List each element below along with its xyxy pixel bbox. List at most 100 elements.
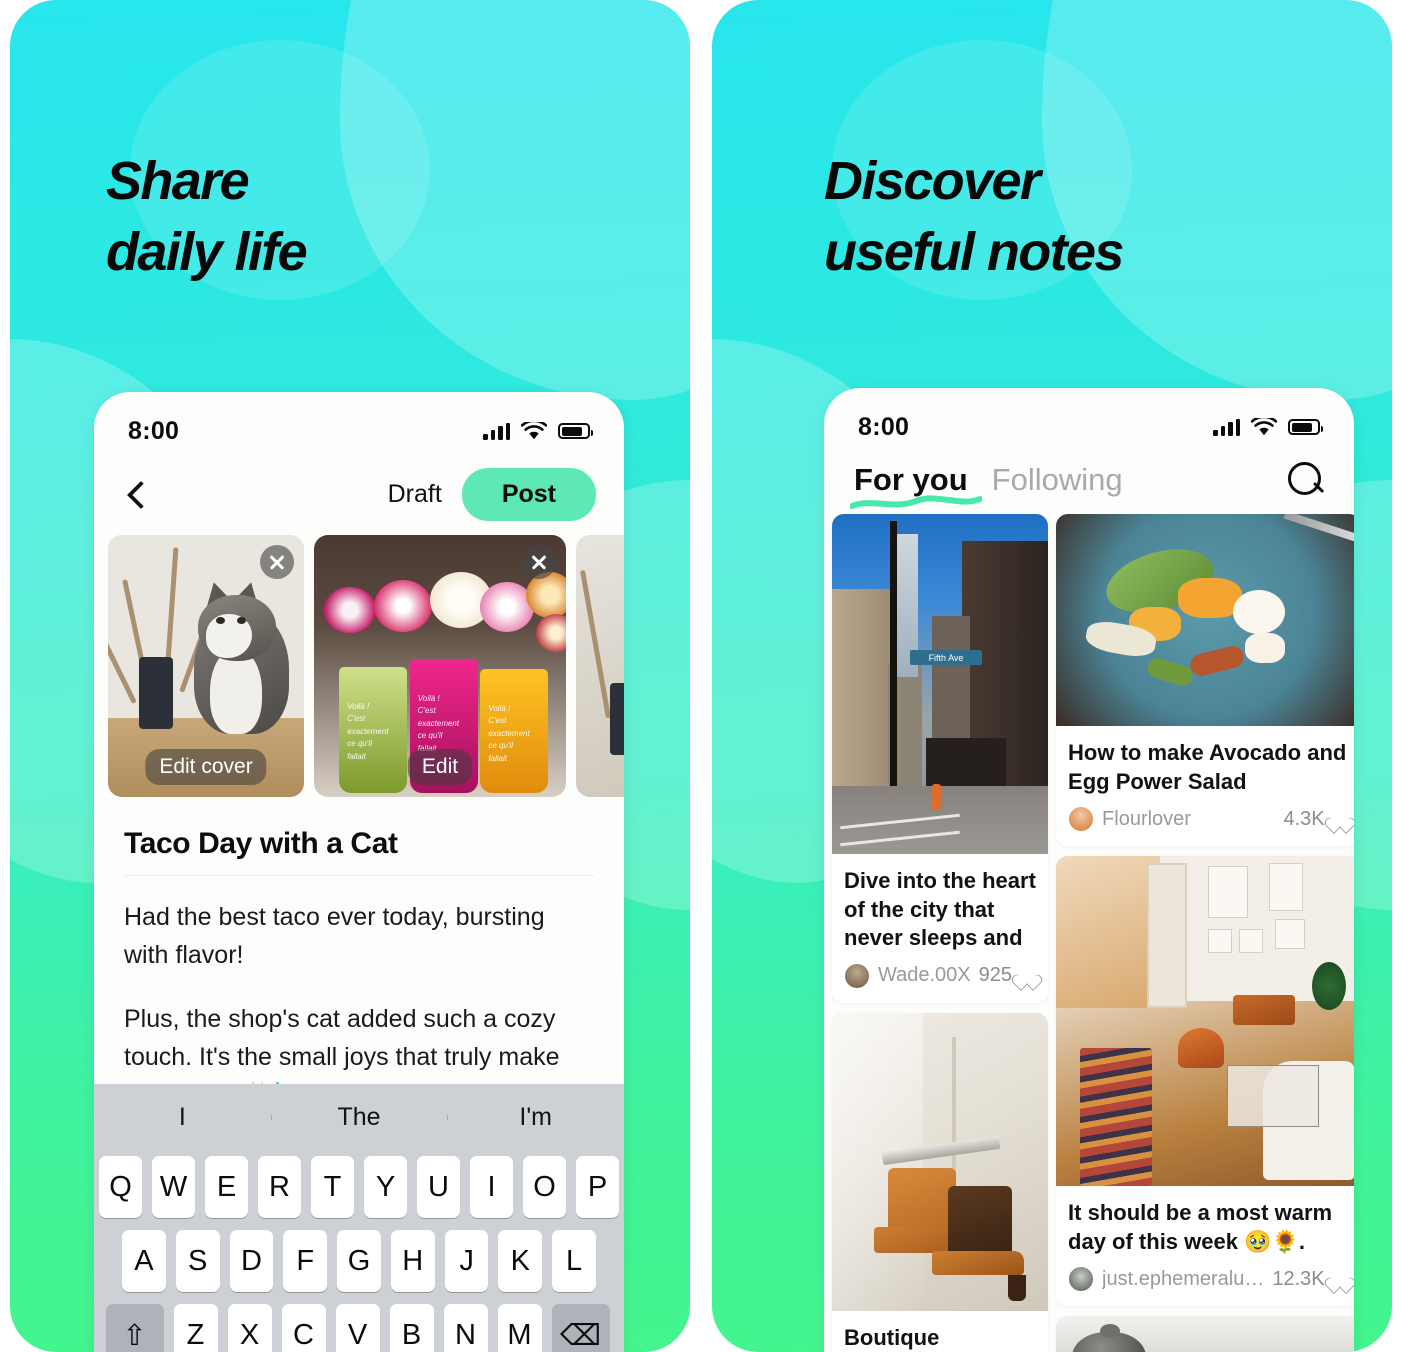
prediction-bar[interactable]: I The I'm bbox=[94, 1084, 624, 1150]
feed-card[interactable]: It should be a most warm day of this wee… bbox=[1056, 856, 1354, 1307]
wifi-icon bbox=[521, 421, 547, 439]
media-thumbnail-plant[interactable] bbox=[576, 535, 624, 797]
key[interactable]: S bbox=[175, 1230, 220, 1292]
discover-phone-mockup: 8:00 For you Following Fifth Ave Dive in… bbox=[824, 388, 1354, 1352]
search-icon[interactable] bbox=[1288, 462, 1324, 498]
key[interactable]: O bbox=[523, 1156, 566, 1218]
discover-feed[interactable]: Fifth Ave Dive into the heart of the cit… bbox=[824, 514, 1354, 1352]
cellular-bars-icon bbox=[483, 422, 510, 440]
edit-label[interactable]: Edit bbox=[407, 749, 473, 785]
on-screen-keyboard[interactable]: I The I'm Q W E R T Y U I O P A S D F G … bbox=[94, 1084, 624, 1352]
likes-count: 12.3K bbox=[1272, 1267, 1325, 1290]
key[interactable]: K bbox=[498, 1230, 543, 1292]
post-button[interactable]: Post bbox=[461, 468, 596, 521]
keyboard-row-3: ⇧ Z X C V B N M ⌫ bbox=[94, 1298, 624, 1352]
editor-nav-bar: Draft Post bbox=[94, 458, 624, 535]
key[interactable]: H bbox=[390, 1230, 435, 1292]
key[interactable]: Z bbox=[173, 1304, 218, 1352]
right-headline: Discover useful notes bbox=[824, 151, 1124, 283]
media-thumbnail-cat[interactable]: Edit cover bbox=[108, 535, 304, 797]
note-body[interactable]: Had the best taco ever today, bursting w… bbox=[94, 876, 624, 1114]
card-likes[interactable]: 925 bbox=[979, 964, 1036, 987]
avatar[interactable] bbox=[1068, 1266, 1095, 1293]
left-promo-panel: Share daily life 8:00 Draft Post Edit co… bbox=[10, 0, 690, 1352]
media-strip[interactable]: Edit cover Voilà ! C'est exactement ce qu'i… bbox=[94, 535, 624, 797]
key[interactable]: U bbox=[417, 1156, 460, 1218]
heart-icon[interactable] bbox=[1331, 1271, 1349, 1287]
status-icons bbox=[1213, 417, 1323, 437]
key[interactable]: L bbox=[552, 1230, 597, 1292]
card-title: Dive into the heart of the city that nev… bbox=[844, 868, 1036, 951]
card-meta: Wade.00X 925 bbox=[832, 961, 1048, 1003]
card-image-pot[interactable] bbox=[1056, 1316, 1354, 1352]
tab-for-you[interactable]: For you bbox=[850, 462, 982, 509]
feed-card[interactable]: How to make Avocado and Egg Power Salad … bbox=[1056, 514, 1354, 847]
key[interactable]: M bbox=[497, 1304, 542, 1352]
heart-icon[interactable] bbox=[1018, 968, 1036, 984]
card-image-city[interactable]: Fifth Ave bbox=[832, 514, 1049, 854]
left-headline: Share daily life bbox=[106, 151, 308, 283]
right-promo-panel: Discover useful notes 8:00 For you Follo… bbox=[712, 0, 1392, 1352]
key[interactable]: C bbox=[281, 1304, 326, 1352]
street-sign: Fifth Ave bbox=[910, 650, 982, 665]
close-icon[interactable] bbox=[522, 545, 556, 579]
chevron-left-icon[interactable] bbox=[122, 480, 152, 510]
key[interactable]: X bbox=[227, 1304, 272, 1352]
key[interactable]: J bbox=[444, 1230, 489, 1292]
active-tab-underline bbox=[850, 495, 982, 509]
card-likes[interactable]: 4.3K bbox=[1283, 808, 1348, 831]
card-author[interactable]: Wade.00X bbox=[878, 964, 971, 987]
cellular-bars-icon bbox=[1213, 418, 1240, 436]
key[interactable]: W bbox=[152, 1156, 195, 1218]
key[interactable]: A bbox=[121, 1230, 166, 1292]
key[interactable]: Q bbox=[99, 1156, 142, 1218]
card-author[interactable]: just.ephemeralu… bbox=[1102, 1268, 1264, 1291]
status-time: 8:00 bbox=[128, 416, 180, 445]
card-likes[interactable]: 12.3K bbox=[1272, 1268, 1348, 1291]
tab-following[interactable]: Following bbox=[992, 462, 1123, 498]
draft-button[interactable]: Draft bbox=[388, 480, 442, 509]
key[interactable]: D bbox=[229, 1230, 274, 1292]
heart-icon[interactable] bbox=[1331, 811, 1349, 827]
card-image-interior[interactable] bbox=[1056, 856, 1354, 1187]
card-author[interactable]: Flourlover bbox=[1102, 808, 1275, 831]
status-icons bbox=[483, 421, 593, 441]
feed-column-right: How to make Avocado and Egg Power Salad … bbox=[1056, 514, 1354, 1352]
likes-count: 4.3K bbox=[1283, 807, 1325, 830]
key[interactable]: E bbox=[205, 1156, 248, 1218]
feed-nav-bar: For you Following bbox=[824, 454, 1354, 514]
status-bar: 8:00 bbox=[824, 388, 1354, 454]
prediction-item[interactable]: The bbox=[270, 1103, 448, 1132]
feed-card[interactable]: Boutique Collection of Autumn / Winter S… bbox=[832, 1012, 1049, 1352]
key[interactable]: Y bbox=[364, 1156, 407, 1218]
close-icon[interactable] bbox=[260, 545, 294, 579]
prediction-item[interactable]: I'm bbox=[447, 1103, 624, 1132]
prediction-item[interactable]: I bbox=[94, 1103, 271, 1132]
key[interactable]: P bbox=[576, 1156, 619, 1218]
editor-phone-mockup: 8:00 Draft Post Edit cover Voilà ! C'est… bbox=[94, 392, 624, 1352]
note-title[interactable]: Taco Day with a Cat bbox=[94, 797, 624, 875]
card-title: Boutique Collection of Autumn / Winter S… bbox=[844, 1324, 940, 1350]
backspace-key[interactable]: ⌫ bbox=[551, 1304, 610, 1352]
shift-key[interactable]: ⇧ bbox=[105, 1304, 164, 1352]
battery-icon bbox=[1288, 419, 1323, 435]
card-image-salad[interactable] bbox=[1056, 514, 1354, 726]
feed-card[interactable]: Fifth Ave Dive into the heart of the cit… bbox=[832, 514, 1049, 1003]
key[interactable]: F bbox=[283, 1230, 328, 1292]
avatar[interactable] bbox=[1068, 806, 1095, 833]
key[interactable]: G bbox=[337, 1230, 381, 1292]
wifi-icon bbox=[1251, 417, 1277, 435]
key[interactable]: R bbox=[258, 1156, 301, 1218]
key[interactable]: B bbox=[389, 1304, 434, 1352]
key[interactable]: V bbox=[335, 1304, 380, 1352]
feed-card[interactable] bbox=[1056, 1316, 1354, 1352]
card-meta: just.ephemeralu… 12.3K bbox=[1056, 1264, 1354, 1306]
key[interactable]: I bbox=[470, 1156, 513, 1218]
key[interactable]: N bbox=[443, 1304, 488, 1352]
avatar[interactable] bbox=[844, 962, 870, 989]
media-thumbnail-drinks[interactable]: Voilà ! C'est exactement ce qu'il fallait Vo… bbox=[314, 535, 566, 797]
card-image-boots[interactable] bbox=[832, 1012, 1049, 1311]
card-title: How to make Avocado and Egg Power Salad bbox=[1068, 740, 1347, 794]
edit-cover-label[interactable]: Edit cover bbox=[145, 749, 267, 785]
key[interactable]: T bbox=[311, 1156, 354, 1218]
